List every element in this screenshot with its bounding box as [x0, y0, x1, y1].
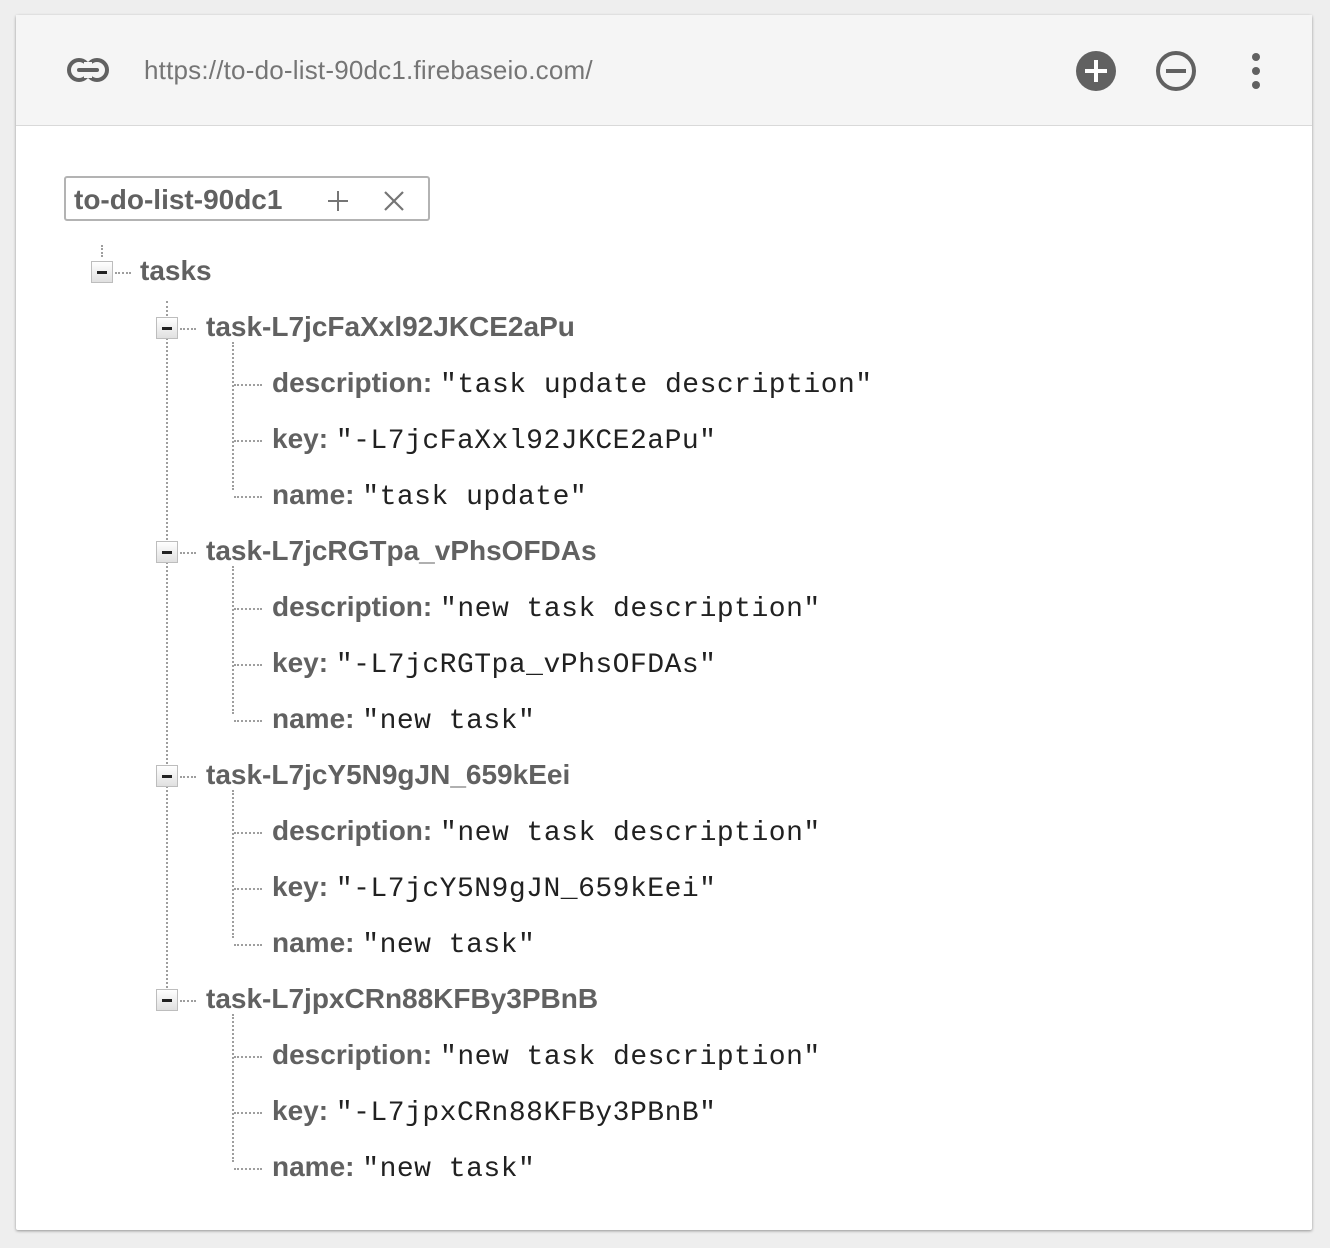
field-separator: : — [345, 927, 363, 958]
field-separator: : — [345, 703, 363, 734]
collapse-toggle-task[interactable] — [156, 541, 178, 563]
field-value[interactable]: "new task" — [362, 1154, 535, 1185]
field-row[interactable]: key: "-L7jpxCRn88KFBy3PBnB" — [272, 1094, 717, 1131]
field-value[interactable]: "task update" — [362, 482, 587, 513]
root-node[interactable]: to-do-list-90dc1 — [64, 176, 430, 221]
database-viewer-card: https://to-do-list-90dc1.firebaseio.com/ — [16, 15, 1312, 1230]
task-node-label[interactable]: task-L7jpxCRn88KFBy3PBnB — [206, 982, 598, 1016]
tree-connector — [234, 1168, 262, 1170]
tree-connector — [166, 301, 168, 996]
field-value[interactable]: "task update description" — [440, 370, 873, 401]
field-row[interactable]: description: "new task description" — [272, 814, 821, 851]
link-icon — [67, 58, 109, 82]
field-value[interactable]: "new task description" — [440, 1042, 821, 1073]
tree-connector — [234, 608, 262, 610]
add-child-button[interactable] — [321, 184, 355, 218]
tree-connector — [232, 1014, 234, 1162]
tree-connector — [180, 776, 196, 778]
tree-connector — [234, 832, 262, 834]
field-separator: : — [318, 871, 336, 902]
more-vert-icon — [1252, 53, 1260, 89]
tree-connector — [180, 328, 196, 330]
more-options-button[interactable] — [1234, 49, 1278, 93]
tree-connector — [180, 1000, 196, 1002]
plus-icon — [328, 191, 348, 211]
tree-connector — [234, 888, 262, 890]
field-value[interactable]: "new task description" — [440, 818, 821, 849]
field-separator: : — [318, 1095, 336, 1126]
tree-connector — [234, 944, 262, 946]
field-separator: : — [318, 423, 336, 454]
field-row[interactable]: name: "new task" — [272, 926, 535, 963]
tree-connector — [115, 272, 131, 274]
field-row[interactable]: key: "-L7jcRGTpa_vPhsOFDAs" — [272, 646, 717, 683]
field-row[interactable]: name: "new task" — [272, 1150, 535, 1187]
delete-node-button[interactable] — [377, 184, 411, 218]
tree-connector — [234, 1112, 262, 1114]
field-key: name — [272, 1151, 346, 1182]
field-separator: : — [422, 1039, 441, 1070]
field-value[interactable]: "new task" — [362, 706, 535, 737]
field-value[interactable]: "-L7jpxCRn88KFBy3PBnB" — [336, 1098, 717, 1129]
collapse-toggle-task[interactable] — [156, 765, 178, 787]
tree-connector — [234, 664, 262, 666]
field-row[interactable]: description: "new task description" — [272, 590, 821, 627]
tree-connector — [232, 342, 234, 490]
field-separator: : — [422, 367, 441, 398]
field-row[interactable]: key: "-L7jcFaXxl92JKCE2aPu" — [272, 422, 717, 459]
tree-connector — [234, 720, 262, 722]
root-node-label: to-do-list-90dc1 — [74, 184, 283, 215]
field-key: name — [272, 927, 346, 958]
task-node-label[interactable]: task-L7jcRGTpa_vPhsOFDAs — [206, 534, 597, 568]
field-key: key — [272, 1095, 319, 1126]
field-value[interactable]: "-L7jcRGTpa_vPhsOFDAs" — [336, 650, 717, 681]
field-key: description — [272, 1039, 423, 1070]
task-node-label[interactable]: task-L7jcY5N9gJN_659kEei — [206, 758, 570, 792]
field-key: description — [272, 815, 423, 846]
field-value[interactable]: "-L7jcFaXxl92JKCE2aPu" — [336, 426, 717, 457]
tree-connector — [234, 1056, 262, 1058]
task-node-label[interactable]: task-L7jcFaXxl92JKCE2aPu — [206, 310, 575, 344]
tree-connector — [232, 566, 234, 714]
close-icon — [384, 191, 404, 211]
tree-connector — [234, 496, 262, 498]
field-key: name — [272, 703, 346, 734]
tree-connector — [180, 552, 196, 554]
add-button[interactable] — [1074, 49, 1118, 93]
field-key: key — [272, 423, 319, 454]
field-row[interactable]: key: "-L7jcY5N9gJN_659kEei" — [272, 870, 717, 907]
field-separator: : — [422, 591, 441, 622]
field-key: key — [272, 647, 319, 678]
collapse-toggle-task[interactable] — [156, 317, 178, 339]
database-url[interactable]: https://to-do-list-90dc1.firebaseio.com/ — [144, 53, 593, 87]
field-key: description — [272, 367, 423, 398]
field-separator: : — [345, 479, 363, 510]
tree-connector — [101, 245, 103, 257]
tree-connector — [234, 440, 262, 442]
field-key: description — [272, 591, 423, 622]
field-key: name — [272, 479, 346, 510]
field-row[interactable]: description: "task update description" — [272, 366, 873, 403]
remove-circle-icon — [1156, 51, 1196, 91]
add-circle-icon — [1076, 51, 1116, 91]
field-separator: : — [345, 1151, 363, 1182]
field-value[interactable]: "new task description" — [440, 594, 821, 625]
field-row[interactable]: description: "new task description" — [272, 1038, 821, 1075]
data-tree: to-do-list-90dc1 tasks task-L7jcFaXxl92J… — [16, 125, 1312, 1230]
field-row[interactable]: name: "new task" — [272, 702, 535, 739]
remove-button[interactable] — [1154, 49, 1198, 93]
field-row[interactable]: name: "task update" — [272, 478, 587, 515]
field-key: key — [272, 871, 319, 902]
field-separator: : — [318, 647, 336, 678]
field-value[interactable]: "-L7jcY5N9gJN_659kEei" — [336, 874, 717, 905]
tasks-node-label[interactable]: tasks — [140, 254, 212, 288]
collapse-toggle-tasks[interactable] — [91, 261, 113, 283]
field-value[interactable]: "new task" — [362, 930, 535, 961]
collapse-toggle-task[interactable] — [156, 989, 178, 1011]
field-separator: : — [422, 815, 441, 846]
toolbar: https://to-do-list-90dc1.firebaseio.com/ — [16, 15, 1312, 126]
tree-connector — [234, 384, 262, 386]
tree-connector — [232, 790, 234, 938]
